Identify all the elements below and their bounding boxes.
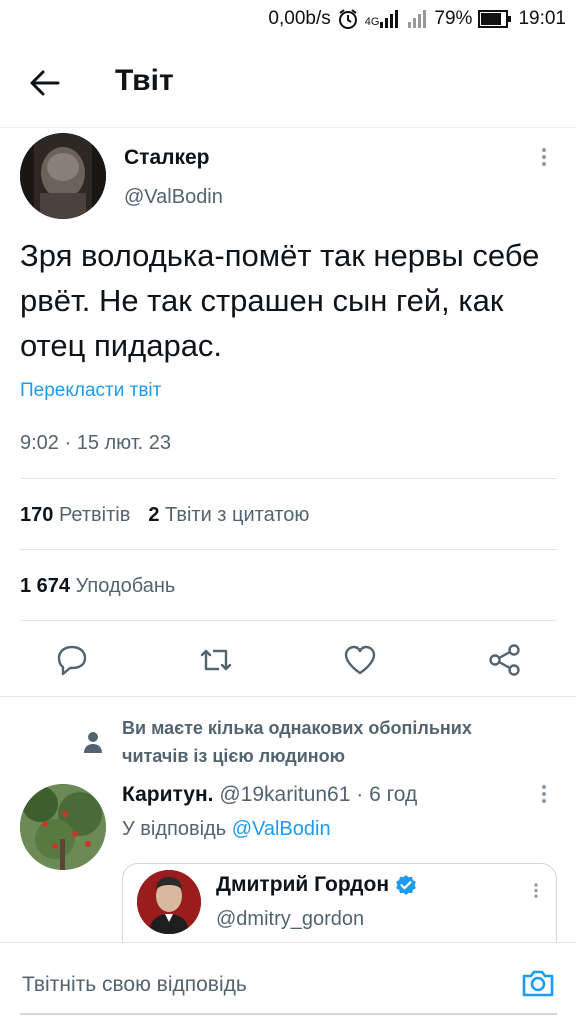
quotes-label: Твіти з цитатою [165, 504, 310, 526]
more-dot [542, 799, 546, 803]
quotes-count: 2 [148, 504, 160, 526]
like-button[interactable] [340, 640, 380, 680]
clock: 19:01 [518, 8, 566, 29]
author-avatar[interactable] [20, 133, 106, 219]
reply-author-handle[interactable]: @19karitun61 [219, 783, 350, 806]
likes-stats-row: 1 674 Уподобань [20, 575, 175, 598]
retweets-label: Ретвітів [58, 504, 131, 526]
divider [20, 549, 557, 550]
reply-more-options-button[interactable] [534, 782, 554, 812]
divider [20, 620, 557, 621]
network-speed: 0,00b/s [268, 8, 331, 29]
author-handle[interactable]: @ValBodin [124, 186, 223, 209]
gordon-photo [137, 870, 201, 934]
quote-more-options-button[interactable] [528, 881, 544, 905]
retweet-button[interactable] [196, 640, 236, 680]
back-arrow-icon [30, 70, 60, 96]
reply-author-name[interactable]: Каритун. [122, 783, 214, 806]
tweet-timestamp: 9:02 · 15 лют. 23 [20, 432, 172, 454]
network-type: 4G [364, 16, 380, 28]
alarm-icon [337, 8, 359, 30]
mutual-followers-notice: Ви маєте кілька однакових обопільних чит… [122, 718, 472, 766]
replying-to-line: У відповідь @ValBodin [122, 818, 331, 841]
author-name[interactable]: Сталкер [124, 146, 210, 170]
tweet-detail-screen: 0,00b/s 4G 79% 19:01 Твіт Сталкер @ValBo… [0, 0, 576, 1024]
retweets-stat[interactable]: 170 Ретвітів [20, 504, 130, 527]
translate-tweet-link[interactable]: Перекласти твіт [20, 380, 161, 402]
like-icon [344, 645, 376, 675]
more-dots-icon [542, 148, 546, 152]
reply-prefix: У відповідь [122, 818, 227, 840]
verified-badge-icon [396, 875, 416, 895]
app-header: Твіт [0, 38, 576, 128]
reply-time: · 6 год [356, 783, 418, 806]
input-underline [20, 1013, 557, 1015]
replying-to-link[interactable]: @ValBodin [232, 818, 331, 840]
tree-photo [20, 784, 106, 870]
reply-icon [57, 645, 87, 676]
more-dots-icon [534, 883, 538, 887]
more-dots-icon [542, 785, 546, 789]
stalker-photo [20, 133, 106, 219]
camera-icon [522, 970, 554, 997]
quote-author-avatar [137, 870, 201, 934]
retweets-count: 170 [20, 504, 54, 526]
reply-header: Каритун. @19karitun61 · 6 год [122, 783, 417, 807]
more-dot [534, 894, 538, 898]
share-button[interactable] [485, 640, 525, 680]
quote-author-name-row: Дмитрий Гордон [216, 873, 417, 897]
quote-author-handle: @dmitry_gordon [216, 908, 365, 930]
signal-sim2-icon [406, 10, 428, 28]
likes-label: Уподобань [75, 575, 176, 597]
status-bar: 0,00b/s 4G 79% 19:01 [0, 0, 576, 38]
tweet-actions-bar [0, 634, 576, 686]
divider [0, 696, 576, 697]
more-dot [542, 162, 546, 166]
more-options-button[interactable] [534, 145, 554, 175]
quote-author-name: Дмитрий Гордон [216, 873, 390, 896]
person-icon [82, 731, 104, 753]
add-photo-button[interactable] [520, 965, 556, 1001]
quotes-stat[interactable]: 2 Твіти з цитатою [148, 504, 309, 527]
back-button[interactable] [28, 68, 62, 98]
tweet-text: Зря володька-помёт так нервы себе рвёт. … [20, 238, 540, 363]
divider [20, 478, 557, 479]
signal-4g-icon: 4G [365, 10, 401, 28]
battery-icon [478, 10, 512, 28]
likes-stat[interactable]: 1 674 Уподобань [20, 575, 175, 598]
more-dot [534, 889, 538, 893]
battery-percent: 79% [434, 8, 473, 29]
reply-author-avatar[interactable] [20, 784, 106, 870]
retweet-icon [200, 649, 232, 671]
more-dot [542, 792, 546, 796]
reply-button[interactable] [52, 640, 92, 680]
page-title: Твіт [115, 64, 174, 97]
reply-composer: Твітніть свою відповідь [0, 942, 576, 1024]
retweet-stats-row: 170 Ретвітів 2 Твіти з цитатою [20, 504, 309, 527]
reply-input[interactable]: Твітніть свою відповідь [22, 973, 247, 997]
likes-count: 1 674 [20, 575, 71, 597]
share-icon [489, 644, 520, 676]
more-dot [542, 155, 546, 159]
